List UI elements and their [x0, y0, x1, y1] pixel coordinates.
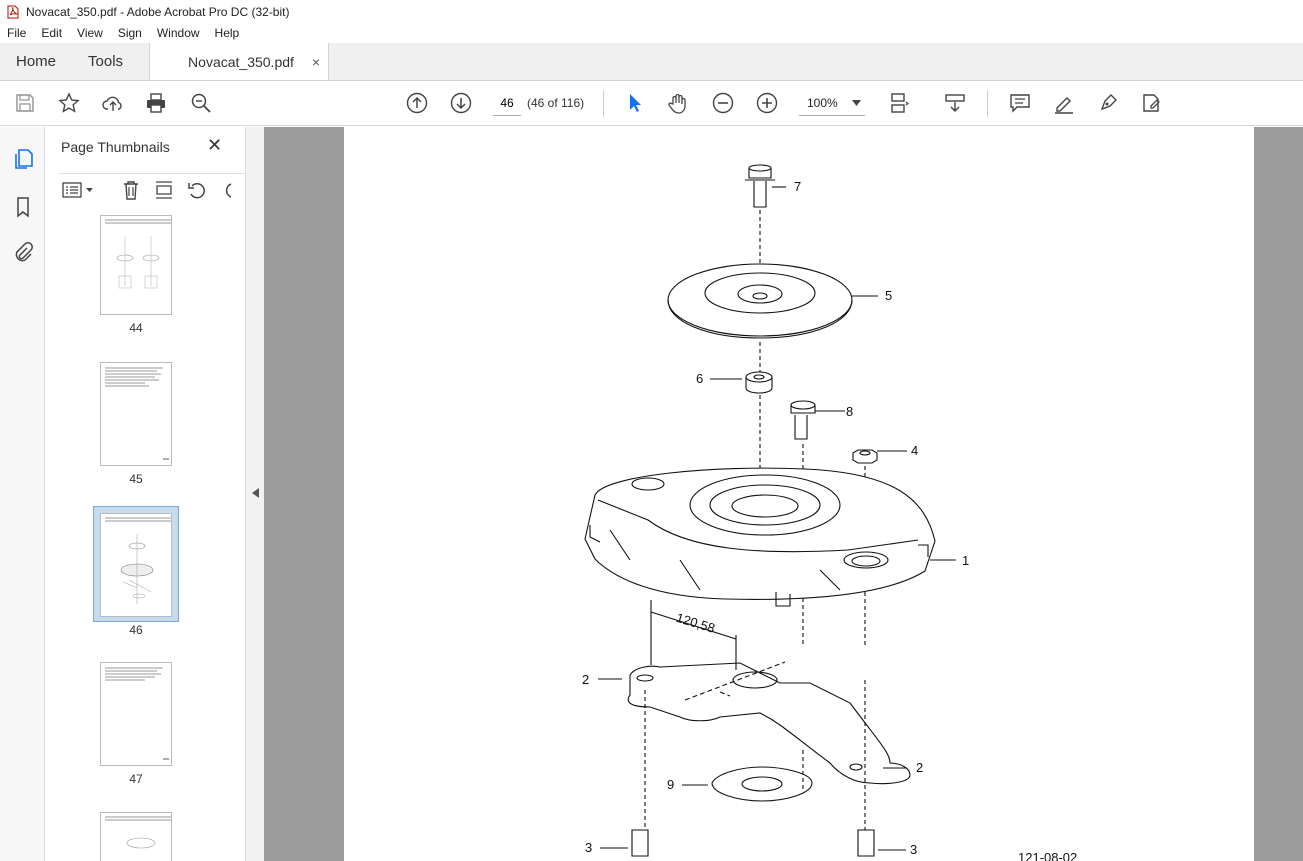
zoom-select[interactable]: 100% [799, 90, 865, 116]
thumbnail-page[interactable] [100, 362, 172, 466]
insert-page-icon[interactable] [154, 180, 174, 200]
next-page-icon[interactable] [449, 91, 473, 115]
callout-3: 3 [910, 842, 917, 857]
zoom-value: 100% [807, 95, 838, 110]
callout-4: 4 [911, 443, 918, 458]
callout-3: 3 [585, 840, 592, 855]
thumbnail-page[interactable] [100, 215, 172, 315]
callout-1: 1 [962, 553, 969, 568]
thumbnail-label: 44 [129, 321, 143, 335]
tab-document[interactable]: Novacat_350.pdf × [149, 43, 330, 80]
thumbnail-label: 45 [129, 472, 143, 486]
options-menu-icon[interactable] [62, 182, 94, 198]
left-rail [0, 127, 45, 861]
zoom-out-icon[interactable] [711, 91, 735, 115]
callout-7: 7 [794, 179, 801, 194]
bookmark-icon[interactable] [11, 195, 35, 219]
callout-2: 2 [582, 672, 589, 687]
title-bar: Novacat_350.pdf - Adobe Acrobat Pro DC (… [0, 0, 1303, 23]
callout-9: 9 [667, 777, 674, 792]
menu-bar: File Edit View Sign Window Help [0, 23, 1303, 43]
collapse-arrow-icon[interactable] [252, 488, 259, 498]
thumbnail-page[interactable] [100, 662, 172, 766]
draw-pen-icon[interactable] [1096, 91, 1120, 115]
highlight-pen-icon[interactable] [1052, 91, 1076, 115]
tab-tools[interactable]: Tools [72, 43, 139, 80]
thumbnail-page[interactable] [100, 812, 172, 861]
menu-sign[interactable]: Sign [111, 26, 150, 40]
zoom-search-icon[interactable] [189, 91, 213, 115]
thumbnail-label: 46 [129, 623, 143, 637]
toolbar-divider [603, 90, 604, 117]
comment-icon[interactable] [1008, 91, 1032, 115]
close-icon[interactable]: ✕ [207, 135, 222, 156]
thumbnail-list: 44 45 46 47 [45, 215, 225, 861]
thumbnail-label: 47 [129, 772, 143, 786]
document-viewer[interactable]: 7 5 6 8 4 1 2 2 9 3 3 120,58 121-08-02 [264, 127, 1303, 861]
callout-8: 8 [846, 404, 853, 419]
star-icon[interactable] [57, 91, 81, 115]
page-number-input[interactable] [493, 90, 521, 116]
thumbnail-page-selected[interactable] [100, 513, 172, 617]
hand-tool-icon[interactable] [666, 91, 690, 115]
toolbar-divider [987, 90, 988, 117]
exploded-parts-diagram: 7 5 6 8 4 1 2 2 9 3 3 120,58 121-08-02 [582, 164, 1077, 861]
panel-title: Page Thumbnails [61, 139, 170, 155]
tab-bar: Home Tools Novacat_350.pdf × [0, 43, 1303, 81]
pdf-page: 7 5 6 8 4 1 2 2 9 3 3 120,58 121-08-02 [344, 127, 1254, 861]
print-icon[interactable] [144, 91, 168, 115]
save-icon[interactable] [13, 91, 37, 115]
attachment-icon[interactable] [11, 240, 35, 264]
menu-help[interactable]: Help [208, 26, 248, 40]
menu-view[interactable]: View [70, 26, 111, 40]
tab-document-label: Novacat_350.pdf [188, 53, 294, 70]
zoom-in-icon[interactable] [755, 91, 779, 115]
thumbnails-panel: Page Thumbnails ✕ 44 45 46 47 [45, 127, 283, 861]
rotate-clockwise-icon[interactable] [219, 180, 233, 200]
thumbnail-tools [59, 173, 249, 203]
page-thumbnails-icon[interactable] [11, 147, 35, 171]
panel-collapse-strip[interactable] [245, 127, 264, 861]
select-cursor-icon[interactable] [622, 91, 646, 115]
chevron-down-icon [852, 99, 861, 106]
page-fit-icon[interactable] [888, 91, 912, 115]
menu-window[interactable]: Window [150, 26, 208, 40]
callout-6: 6 [696, 371, 703, 386]
toolbar [0, 81, 1303, 126]
trash-icon[interactable] [121, 180, 141, 200]
rotate-counterclockwise-icon[interactable] [187, 180, 207, 200]
dimension-label: 120,58 [674, 610, 716, 636]
scroll-mode-icon[interactable] [943, 91, 967, 115]
tab-close-icon[interactable]: × [312, 54, 320, 70]
cloud-upload-icon[interactable] [101, 91, 125, 115]
window-title: Novacat_350.pdf - Adobe Acrobat Pro DC (… [26, 4, 290, 19]
fill-sign-icon[interactable] [1140, 91, 1164, 115]
previous-page-icon[interactable] [405, 91, 429, 115]
callout-2: 2 [916, 760, 923, 775]
page-count: (46 of 116) [527, 96, 585, 110]
callout-5: 5 [885, 288, 892, 303]
tab-home[interactable]: Home [0, 43, 72, 80]
menu-file[interactable]: File [0, 26, 34, 40]
acrobat-pdf-icon [7, 5, 19, 18]
figure-id: 121-08-02 [1018, 850, 1077, 861]
menu-edit[interactable]: Edit [34, 26, 70, 40]
